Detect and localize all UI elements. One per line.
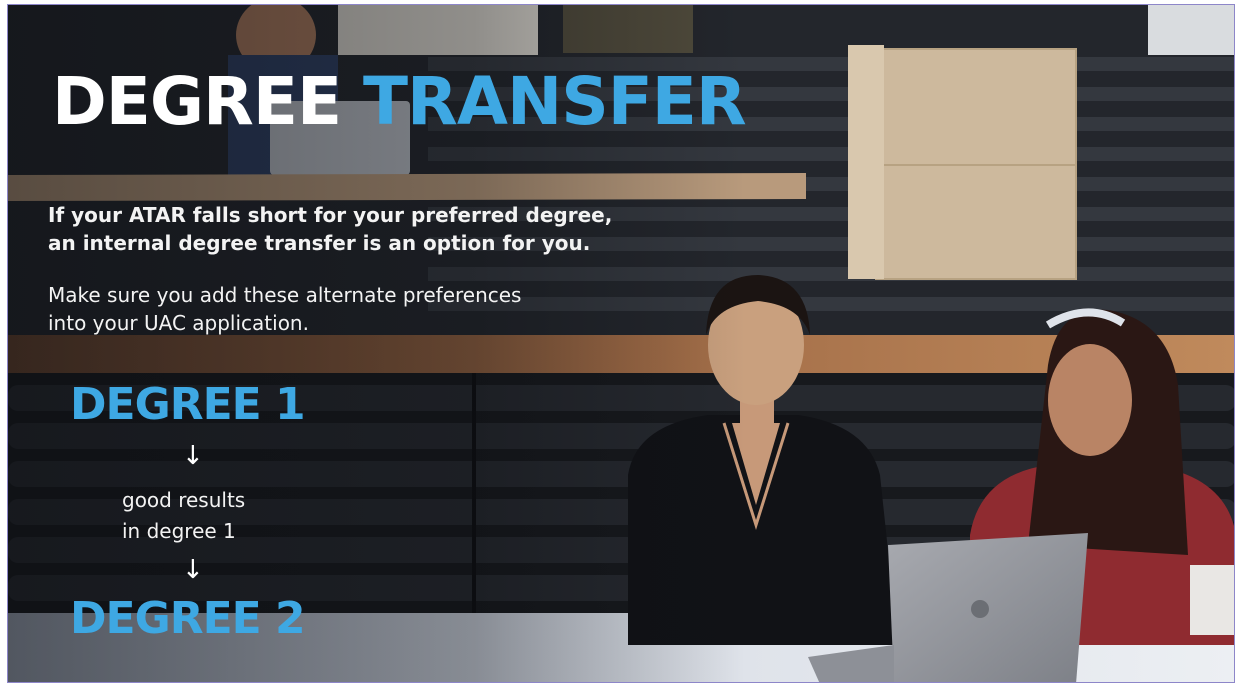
degree-2-label: DEGREE 2 bbox=[70, 593, 306, 644]
condition-text: good results in degree 1 bbox=[122, 485, 245, 547]
advice-line-1: Make sure you add these alternate prefer… bbox=[48, 283, 522, 307]
condition-line-2: in degree 1 bbox=[122, 519, 236, 543]
advice-paragraph: Make sure you add these alternate prefer… bbox=[48, 281, 521, 337]
slide-frame: DEGREE TRANSFER If your ATAR falls short… bbox=[7, 4, 1235, 683]
condition-line-1: good results bbox=[122, 488, 246, 512]
intro-line-2: an internal degree transfer is an option… bbox=[48, 231, 591, 255]
down-arrow-icon: ↓ bbox=[182, 441, 204, 471]
degree-1-label: DEGREE 1 bbox=[70, 379, 306, 430]
intro-line-1: If your ATAR falls short for your prefer… bbox=[48, 203, 613, 227]
slide-title: DEGREE TRANSFER bbox=[52, 69, 747, 135]
title-word-transfer: TRANSFER bbox=[363, 63, 747, 140]
intro-paragraph: If your ATAR falls short for your prefer… bbox=[48, 201, 612, 257]
down-arrow-icon: ↓ bbox=[182, 555, 204, 585]
advice-line-2: into your UAC application. bbox=[48, 311, 309, 335]
title-word-degree: DEGREE bbox=[52, 63, 342, 140]
